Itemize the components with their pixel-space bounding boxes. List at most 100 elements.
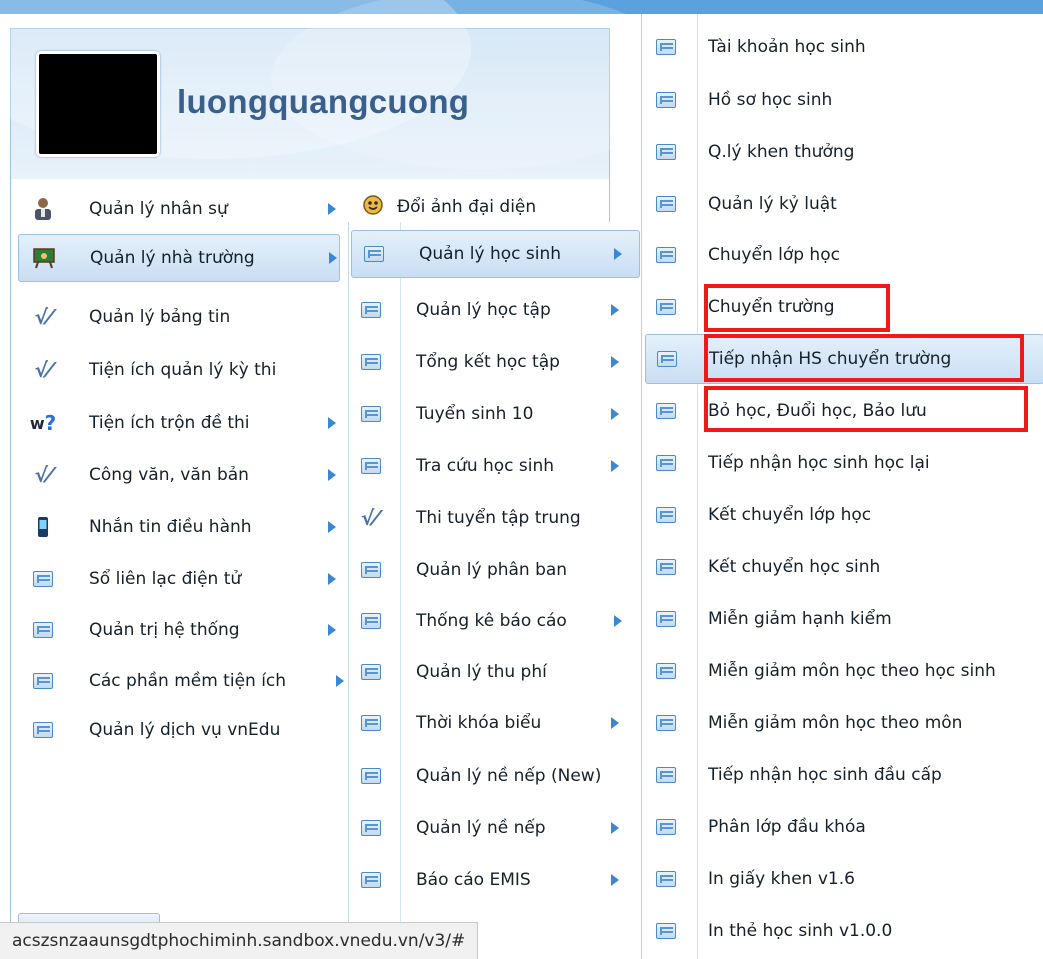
student-item-in-giay-khen[interactable]: In giấy khen v1.6	[642, 854, 1043, 904]
student-item-label: Tiếp nhận học sinh học lại	[708, 453, 930, 473]
submenu-item-thu-phi[interactable]: Quản lý thu phí	[349, 648, 642, 696]
student-item-mien-giam-theo-mon[interactable]: Miễn giảm môn học theo môn	[642, 698, 1043, 748]
student-item-label: Q.lý khen thưởng	[708, 142, 855, 162]
submenu-item-label: Quản lý phân ban	[416, 560, 568, 580]
list-icon	[656, 144, 676, 160]
list-icon	[656, 196, 676, 212]
menu-item-nha-truong[interactable]: Quản lý nhà trường	[18, 234, 340, 282]
submenu-item-thi-tuyen[interactable]: √⁄ Thi tuyển tập trung	[349, 494, 642, 542]
chevron-right-icon	[611, 874, 619, 886]
submenu-item-ne-nep[interactable]: Quản lý nề nếp	[349, 804, 642, 852]
submenu-item-tra-cuu[interactable]: Tra cứu học sinh	[349, 442, 642, 490]
menu-item-label: Tiện ích trộn đề thi	[89, 413, 250, 433]
student-item-label: Bỏ học, Đuổi học, Bảo lưu	[708, 401, 927, 421]
menu-item-nhan-su[interactable]: Quản lý nhân sự	[18, 185, 340, 233]
submenu-item-phan-ban[interactable]: Quản lý phân ban	[349, 546, 642, 594]
submenu-item-label: Thời khóa biểu	[416, 713, 542, 733]
menu-item-bang-tin[interactable]: √⁄ Quản lý bảng tin	[18, 293, 340, 341]
submenu-item-thoi-khoa-bieu[interactable]: Thời khóa biểu	[349, 699, 642, 747]
menu-item-phan-mem[interactable]: Các phần mềm tiện ích	[18, 657, 344, 705]
student-item-dau-cap[interactable]: Tiếp nhận học sinh đầu cấp	[642, 750, 1043, 800]
menu-item-tron-de[interactable]: w? Tiện ích trộn đề thi	[18, 399, 340, 447]
chevron-right-icon	[336, 675, 344, 687]
chevron-right-icon	[611, 822, 619, 834]
student-item-label: In thẻ học sinh v1.0.0	[708, 921, 893, 941]
menu-item-cong-van[interactable]: √⁄ Công văn, văn bản	[18, 451, 340, 499]
student-item-label: Kết chuyển học sinh	[708, 557, 881, 577]
profile-header: luongquangcuong	[0, 0, 691, 179]
list-icon	[33, 571, 53, 587]
student-item-tiep-nhan-hs[interactable]: Tiếp nhận HS chuyển trường	[645, 334, 1043, 384]
student-item-label: Kết chuyển lớp học	[708, 505, 872, 525]
student-item-ket-chuyen-hs[interactable]: Kết chuyển học sinh	[642, 542, 1043, 592]
menu-item-label: Tiện ích quản lý kỳ thi	[89, 360, 277, 380]
list-icon	[361, 768, 381, 784]
smiley-icon	[363, 195, 383, 219]
submenu-item-ne-nep-new[interactable]: Quản lý nề nếp (New)	[349, 752, 642, 800]
menu-item-label: Các phần mềm tiện ích	[89, 671, 287, 691]
submenu-item-label: Tra cứu học sinh	[416, 456, 555, 476]
list-icon	[656, 247, 676, 263]
menu-item-nhan-tin[interactable]: Nhắn tin điều hành	[18, 503, 340, 551]
list-icon	[361, 302, 381, 318]
submenu-item-label: Báo cáo EMIS	[416, 870, 531, 890]
student-item-chuyen-truong[interactable]: Chuyển trường	[642, 282, 1043, 332]
list-icon	[656, 299, 676, 315]
submenu-item-emis[interactable]: Báo cáo EMIS	[349, 856, 642, 904]
student-item-phan-lop[interactable]: Phân lớp đầu khóa	[642, 802, 1043, 852]
menu-item-label: Nhắn tin điều hành	[89, 517, 252, 537]
avatar[interactable]	[36, 51, 160, 157]
student-item-mien-giam-hanh-kiem[interactable]: Miễn giảm hạnh kiểm	[642, 594, 1043, 644]
submenu-item-label: Quản lý học tập	[416, 300, 551, 320]
list-icon	[33, 673, 53, 689]
chevron-right-icon	[611, 408, 619, 420]
menu-item-vnedu[interactable]: Quản lý dịch vụ vnEdu	[18, 706, 340, 754]
chevron-right-icon	[611, 304, 619, 316]
list-icon	[361, 354, 381, 370]
student-item-ho-so[interactable]: Hồ sơ học sinh	[642, 75, 1043, 125]
list-icon	[656, 455, 676, 471]
student-item-hoc-lai[interactable]: Tiếp nhận học sinh học lại	[642, 438, 1043, 488]
chevron-right-icon	[328, 417, 336, 429]
list-icon	[361, 562, 381, 578]
submenu-item-tuyen-sinh[interactable]: Tuyển sinh 10	[349, 390, 642, 438]
school-submenu: Quản lý học sinh Quản lý học tập Tổng kế…	[348, 222, 642, 959]
menu-item-so-lien-lac[interactable]: Sổ liên lạc điện tử	[18, 555, 340, 603]
submenu-item-label: Quản lý học sinh	[419, 244, 561, 264]
student-item-khen-thuong[interactable]: Q.lý khen thưởng	[642, 127, 1043, 177]
student-item-chuyen-lop[interactable]: Chuyển lớp học	[642, 230, 1043, 280]
change-avatar-label: Đổi ảnh đại diện	[397, 197, 537, 217]
student-item-label: Tiếp nhận HS chuyển trường	[709, 349, 952, 369]
chevron-right-icon	[611, 717, 619, 729]
submenu-item-tong-ket[interactable]: Tổng kết học tập	[349, 338, 642, 386]
menu-item-quan-tri[interactable]: Quản trị hệ thống	[18, 606, 340, 654]
submenu-item-hoc-tap[interactable]: Quản lý học tập	[349, 286, 642, 334]
student-item-mien-giam-theo-hs[interactable]: Miễn giảm môn học theo học sinh	[642, 646, 1043, 696]
list-icon	[33, 722, 53, 738]
student-item-label: Tiếp nhận học sinh đầu cấp	[708, 765, 942, 785]
change-avatar-link[interactable]: Đổi ảnh đại diện	[363, 195, 536, 219]
submenu-item-thong-ke[interactable]: Thống kê báo cáo	[349, 597, 642, 645]
student-item-label: Miễn giảm môn học theo học sinh	[708, 661, 996, 681]
submenu-item-label: Tổng kết học tập	[416, 352, 560, 372]
submenu-item-quan-ly-hoc-sinh[interactable]: Quản lý học sinh	[351, 230, 640, 278]
student-item-tai-khoan[interactable]: Tài khoản học sinh	[642, 22, 1043, 72]
student-item-ky-luat[interactable]: Quản lý kỷ luật	[642, 179, 1043, 229]
student-item-ket-chuyen-lop[interactable]: Kết chuyển lớp học	[642, 490, 1043, 540]
student-item-bo-hoc[interactable]: Bỏ học, Đuổi học, Bảo lưu	[642, 386, 1043, 436]
menu-item-ky-thi[interactable]: √⁄ Tiện ích quản lý kỳ thi	[18, 346, 340, 394]
list-icon	[656, 663, 676, 679]
menu-item-label: Công văn, văn bản	[89, 465, 249, 485]
check-doc-icon: √⁄	[34, 463, 52, 487]
list-icon	[656, 715, 676, 731]
check-doc-icon: √⁄	[34, 358, 52, 382]
list-icon	[361, 458, 381, 474]
list-icon	[657, 351, 677, 367]
list-icon	[361, 613, 381, 629]
school-board-icon	[33, 247, 55, 269]
list-icon	[361, 664, 381, 680]
student-item-label: In giấy khen v1.6	[708, 869, 855, 889]
student-item-label: Chuyển trường	[708, 297, 835, 317]
list-icon	[656, 403, 676, 419]
student-item-in-the[interactable]: In thẻ học sinh v1.0.0	[642, 906, 1043, 956]
